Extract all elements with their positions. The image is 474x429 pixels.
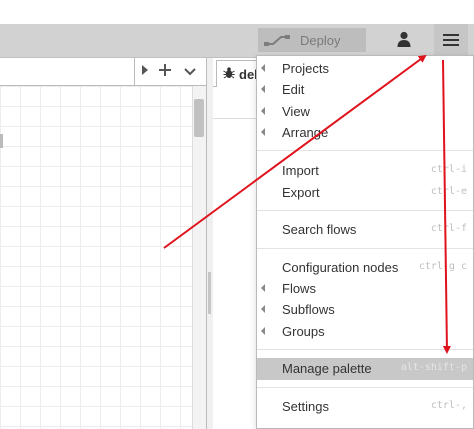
add-flow-button[interactable] <box>155 60 175 82</box>
user-icon <box>397 31 411 50</box>
menu-item-shortcut: ctrl-f <box>430 223 467 234</box>
menu-item-shortcut: ctrl-g c <box>418 261 467 272</box>
menu-item-subflows[interactable]: Subflows <box>257 299 473 321</box>
submenu-caret-icon <box>261 284 265 292</box>
menu-item-label: Flows <box>282 281 316 296</box>
submenu-caret-icon <box>261 107 265 115</box>
menu-item-shortcut: ctrl-i <box>430 164 467 175</box>
workspace-canvas[interactable] <box>0 86 192 429</box>
menu-item-projects[interactable]: Projects <box>257 58 473 80</box>
workspace-edge-mark <box>0 134 3 148</box>
menu-item-search-flows[interactable]: Search flows ctrl-f <box>257 219 473 241</box>
submenu-caret-icon <box>261 327 265 335</box>
menu-item-edit[interactable]: Edit <box>257 79 473 101</box>
sidebar-tab-debug[interactable]: deb <box>216 60 260 87</box>
menu-item-label: Export <box>282 185 320 200</box>
sidebar-separator[interactable] <box>206 58 213 429</box>
menu-item-label: Search flows <box>282 222 357 237</box>
menu-item-settings[interactable]: Settings ctrl-, <box>257 396 473 418</box>
menu-item-label: Settings <box>282 399 329 414</box>
workspace-tab-divider <box>134 58 135 86</box>
menu-item-label: Edit <box>282 82 305 97</box>
workspace-tab-bar <box>0 58 206 86</box>
menu-item-label: Import <box>282 163 319 178</box>
menu-item-groups[interactable]: Groups <box>257 321 473 343</box>
top-strip <box>0 0 474 24</box>
menu-item-label: View <box>282 104 310 119</box>
hamburger-icon <box>443 33 459 50</box>
menu-divider <box>257 387 473 388</box>
sidebar-resize-handle[interactable] <box>208 272 211 314</box>
submenu-caret-icon <box>261 64 265 72</box>
bug-icon <box>223 66 235 82</box>
menu-item-label: Configuration nodes <box>282 260 399 275</box>
menu-divider <box>257 150 473 151</box>
workspace-vertical-scrollbar[interactable] <box>192 86 206 429</box>
menu-item-shortcut: ctrl-, <box>430 400 467 411</box>
caret-right-icon <box>141 64 149 79</box>
list-flows-button[interactable] <box>137 60 153 82</box>
workspace-scrollbar-thumb[interactable] <box>194 99 204 137</box>
deploy-icon <box>258 28 296 52</box>
menu-item-import[interactable]: Import ctrl-i <box>257 160 473 182</box>
menu-item-label: Subflows <box>282 302 335 317</box>
menu-item-view[interactable]: View <box>257 101 473 123</box>
user-menu-button[interactable] <box>390 28 418 52</box>
menu-item-label: Manage palette <box>282 361 372 376</box>
sidebar-header-divider <box>213 118 257 119</box>
menu-item-shortcut: alt-shift-p <box>400 362 467 373</box>
menu-item-configuration-nodes[interactable]: Configuration nodes ctrl-g c <box>257 257 473 279</box>
menu-item-label: Arrange <box>282 125 329 140</box>
menu-item-shortcut: ctrl-e <box>430 186 467 197</box>
deploy-button[interactable]: Deploy <box>258 28 366 52</box>
workspace-menu-button[interactable] <box>180 60 200 82</box>
menu-item-export[interactable]: Export ctrl-e <box>257 182 473 204</box>
submenu-caret-icon <box>261 128 265 136</box>
submenu-caret-icon <box>261 85 265 93</box>
deploy-label: Deploy <box>300 32 341 48</box>
plus-icon <box>159 63 171 79</box>
menu-divider <box>257 248 473 249</box>
main-menu-dropdown: Projects Edit View Arrange Import ctrl-i… <box>256 55 474 429</box>
menu-divider <box>257 210 473 211</box>
menu-item-manage-palette[interactable]: Manage palette alt-shift-p <box>257 358 473 380</box>
menu-item-arrange[interactable]: Arrange <box>257 122 473 144</box>
chevron-down-icon <box>184 64 196 79</box>
menu-item-label: Groups <box>282 324 325 339</box>
editor-window: Deploy deb Projects Edit View Arrange Im… <box>0 0 474 429</box>
menu-item-label: Projects <box>282 61 329 76</box>
main-menu-button[interactable] <box>434 24 468 58</box>
menu-divider <box>257 349 473 350</box>
menu-item-flows[interactable]: Flows <box>257 278 473 300</box>
submenu-caret-icon <box>261 305 265 313</box>
